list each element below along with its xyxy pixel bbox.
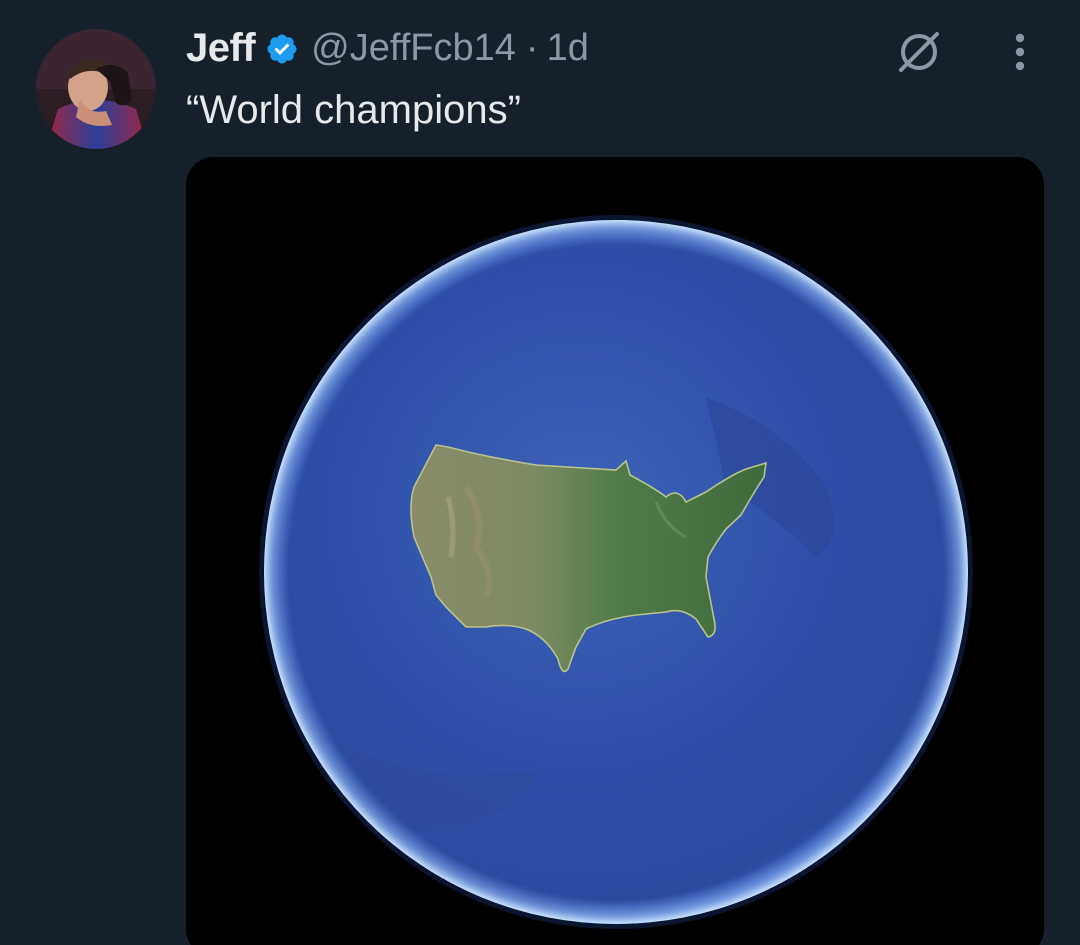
tweet-text: “World champions” (186, 88, 521, 132)
verified-badge-icon[interactable] (265, 32, 299, 66)
tweet-header: Jeff @JeffFcb14 · 1d (186, 22, 589, 74)
tweet-image[interactable] (186, 157, 1044, 945)
separator-dot: · (525, 26, 539, 69)
author-name[interactable]: Jeff (186, 26, 256, 71)
globe-image (186, 157, 1044, 945)
avatar[interactable] (36, 29, 156, 149)
more-vertical-icon[interactable] (1000, 30, 1040, 74)
tweet[interactable]: Jeff @JeffFcb14 · 1d “World champions” (0, 0, 1080, 945)
avatar-image (36, 29, 156, 149)
author-handle[interactable]: @JeffFcb14 (311, 27, 516, 70)
grok-icon[interactable] (893, 26, 945, 78)
timestamp[interactable]: 1d (547, 27, 589, 70)
